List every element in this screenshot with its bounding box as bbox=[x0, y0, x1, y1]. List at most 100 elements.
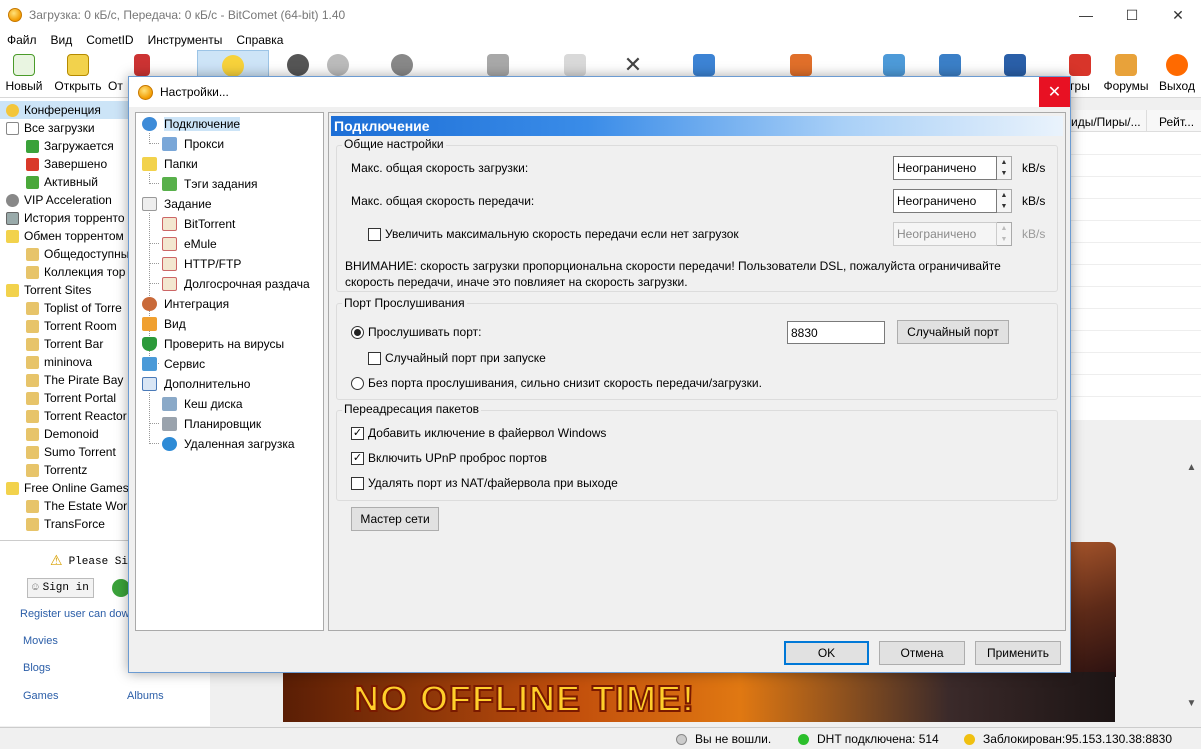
ad-scrollbar[interactable]: ▲ ▼ bbox=[1182, 458, 1201, 723]
close-window-icon[interactable]: ✕ bbox=[1155, 0, 1201, 30]
sidebar-item-site[interactable]: Torrent Room bbox=[0, 317, 128, 335]
checkbox-box[interactable] bbox=[368, 351, 381, 365]
sidebar-item-torrent-sites[interactable]: Torrent Sites bbox=[0, 281, 128, 299]
no-listen-port-radio[interactable]: Без порта прослушивания, сильно снизит с… bbox=[351, 376, 762, 390]
sidebar-item-all-downloads[interactable]: Все загрузки bbox=[0, 119, 128, 137]
spin-arrows[interactable]: ▲ ▼ bbox=[997, 189, 1012, 213]
new-button[interactable]: Новый bbox=[2, 50, 46, 97]
tree-item-view[interactable]: Вид bbox=[142, 315, 186, 333]
scroll-up-icon[interactable]: ▲ bbox=[1182, 462, 1201, 473]
tree-item-bittorrent[interactable]: BitTorrent bbox=[162, 215, 235, 233]
cancel-button[interactable]: Отмена bbox=[879, 641, 965, 665]
spin-up-icon[interactable]: ▲ bbox=[997, 190, 1011, 201]
checkbox-checked[interactable]: ✓ bbox=[351, 451, 364, 465]
sidebar-item-site[interactable]: Sumo Torrent bbox=[0, 443, 128, 461]
checkbox-box[interactable] bbox=[351, 476, 364, 490]
max-upload-spinner[interactable]: Неограничено ▲ ▼ bbox=[893, 189, 1012, 213]
ok-button[interactable]: OK bbox=[784, 641, 869, 665]
sign-in-button[interactable]: ☺ Sign in bbox=[27, 578, 94, 598]
sidebar-item-public[interactable]: Общедоступны bbox=[0, 245, 128, 263]
tree-item-service[interactable]: Сервис bbox=[142, 355, 205, 373]
scroll-down-icon[interactable]: ▼ bbox=[1182, 698, 1201, 709]
checkbox-checked[interactable]: ✓ bbox=[351, 426, 364, 440]
sidebar-item-site[interactable]: Toplist of Torre bbox=[0, 299, 128, 317]
tree-item-connection[interactable]: Подключение bbox=[142, 115, 241, 133]
sidebar-item-site[interactable]: Demonoid bbox=[0, 425, 128, 443]
sidebar-item-free-games[interactable]: Free Online Games bbox=[0, 479, 128, 497]
forums-button[interactable]: Форумы bbox=[1100, 50, 1152, 97]
game-ad-image[interactable] bbox=[1070, 542, 1116, 677]
tree-item-tags[interactable]: Тэги задания bbox=[162, 175, 258, 193]
sidebar-item-game[interactable]: The Estate Worl bbox=[0, 497, 128, 515]
tree-item-emule[interactable]: eMule bbox=[162, 235, 217, 253]
random-port-on-start-checkbox[interactable]: Случайный порт при запуске bbox=[368, 351, 546, 365]
column-header-rating[interactable]: Рейт... bbox=[1147, 110, 1194, 131]
dialog-close-button[interactable]: ✕ bbox=[1039, 77, 1070, 107]
open-button[interactable]: Открыть bbox=[50, 50, 106, 97]
sidebar-item-site[interactable]: Torrent Portal bbox=[0, 389, 128, 407]
port-input[interactable]: 8830 bbox=[787, 321, 885, 344]
sidebar-item-site[interactable]: The Pirate Bay bbox=[0, 371, 128, 389]
remove-nat-checkbox[interactable]: Удалять порт из NAT/файервола при выходе bbox=[351, 476, 618, 490]
tree-item-advanced[interactable]: Дополнительно bbox=[142, 375, 250, 393]
tree-item-antivirus[interactable]: Проверить на вирусы bbox=[142, 335, 284, 353]
tree-item-proxy[interactable]: Прокси bbox=[162, 135, 224, 153]
blogs-link[interactable]: Blogs bbox=[23, 662, 51, 674]
upnp-checkbox[interactable]: ✓ Включить UPnP проброс портов bbox=[351, 451, 547, 465]
sidebar-item-site[interactable]: Torrent Bar bbox=[0, 335, 128, 353]
tree-item-long-seeding[interactable]: Долгосрочная раздача bbox=[162, 275, 310, 293]
games-link[interactable]: Games bbox=[23, 690, 58, 702]
random-port-button[interactable]: Случайный порт bbox=[897, 320, 1009, 344]
column-header-peers[interactable]: иды/Пиры/... bbox=[1071, 110, 1147, 131]
firewall-exception-checkbox[interactable]: ✓ Добавить иключение в файервол Windows bbox=[351, 426, 606, 440]
tree-item-scheduler[interactable]: Планировщик bbox=[162, 415, 261, 433]
sidebar-item-site[interactable]: Torrentz bbox=[0, 461, 128, 479]
open-link-button[interactable]: От bbox=[108, 50, 150, 97]
login-status[interactable]: Вы не вошли. bbox=[676, 732, 771, 746]
sidebar-item-site[interactable]: mininova bbox=[0, 353, 128, 371]
listen-port-radio[interactable]: Прослушивать порт: bbox=[351, 325, 481, 339]
max-download-input[interactable]: Неограничено bbox=[893, 156, 997, 180]
register-link[interactable]: Register user can dow bbox=[20, 608, 129, 620]
sidebar-item-completed[interactable]: Завершено bbox=[0, 155, 128, 173]
exit-button[interactable]: Выход bbox=[1157, 50, 1197, 97]
sidebar-item-vip[interactable]: VIP Acceleration bbox=[0, 191, 128, 209]
spin-arrows[interactable]: ▲ ▼ bbox=[997, 156, 1012, 180]
max-upload-input[interactable]: Неограничено bbox=[893, 189, 997, 213]
boost-upload-checkbox[interactable]: Увеличить максимальную скорость передачи… bbox=[368, 227, 739, 241]
sidebar-item-site[interactable]: Torrent Reactor bbox=[0, 407, 128, 425]
spin-up-icon[interactable]: ▲ bbox=[997, 157, 1011, 168]
sidebar-item-history[interactable]: История торренто bbox=[0, 209, 128, 227]
tree-item-folders[interactable]: Папки bbox=[142, 155, 198, 173]
sidebar-item-active[interactable]: Активный bbox=[0, 173, 128, 191]
network-wizard-button[interactable]: Мастер сети bbox=[351, 507, 439, 531]
checkbox-box[interactable] bbox=[368, 227, 381, 241]
apply-button[interactable]: Применить bbox=[975, 641, 1061, 665]
menu-help[interactable]: Справка bbox=[229, 33, 290, 47]
tree-item-remote-download[interactable]: Удаленная загрузка bbox=[162, 435, 295, 453]
sidebar-item-game[interactable]: TransForce bbox=[0, 515, 128, 533]
menu-tools[interactable]: Инструменты bbox=[141, 33, 230, 47]
menu-view[interactable]: Вид bbox=[44, 33, 80, 47]
sidebar-item-conference[interactable]: Конференция bbox=[0, 101, 128, 119]
maximize-icon[interactable]: ☐ bbox=[1109, 0, 1155, 30]
minimize-icon[interactable]: — bbox=[1063, 0, 1109, 30]
albums-link[interactable]: Albums bbox=[127, 690, 164, 702]
tree-item-task[interactable]: Задание bbox=[142, 195, 212, 213]
sidebar-item-torrent-share[interactable]: Обмен торрентом bbox=[0, 227, 128, 245]
site-icon bbox=[26, 301, 39, 315]
tree-item-integration[interactable]: Интеграция bbox=[142, 295, 229, 313]
menu-cometid[interactable]: CometID bbox=[79, 33, 140, 47]
sidebar-item-downloading[interactable]: Загружается bbox=[0, 137, 128, 155]
tree-item-httpftp[interactable]: HTTP/FTP bbox=[162, 255, 241, 273]
max-download-spinner[interactable]: Неограничено ▲ ▼ bbox=[893, 156, 1012, 180]
radio-circle[interactable] bbox=[351, 325, 364, 339]
spin-down-icon[interactable]: ▼ bbox=[997, 201, 1011, 212]
tree-item-disk-cache[interactable]: Кеш диска bbox=[162, 395, 243, 413]
movies-link[interactable]: Movies bbox=[23, 635, 58, 647]
spin-down-icon[interactable]: ▼ bbox=[997, 168, 1011, 179]
sidebar-item-collection[interactable]: Коллекция тор bbox=[0, 263, 128, 281]
radio-circle[interactable] bbox=[351, 376, 364, 390]
ad-banner[interactable]: NO OFFLINE TIME! bbox=[283, 672, 1115, 722]
menu-file[interactable]: Файл bbox=[0, 33, 44, 47]
